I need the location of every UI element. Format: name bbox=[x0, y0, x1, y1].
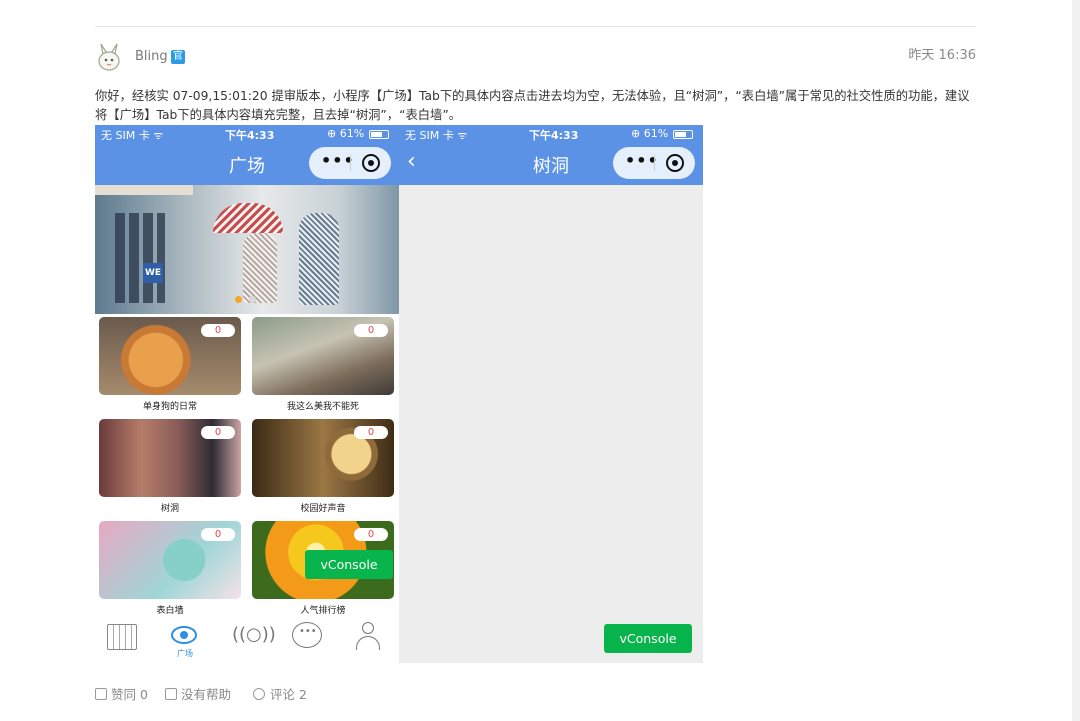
page: Bling 官 昨天 16:36 你好，经核实 07-09,15:01:20 提… bbox=[0, 0, 1080, 721]
post-header: Bling 官 昨天 16:36 bbox=[95, 42, 976, 74]
like-count: 0 bbox=[201, 324, 235, 337]
clock-text: 下午4:33 bbox=[529, 129, 579, 142]
category-card[interactable]: 0 单身狗的日常 bbox=[95, 315, 241, 415]
like-count: 0 bbox=[354, 426, 388, 439]
dog-photo: 0 bbox=[99, 317, 241, 395]
battery-icon bbox=[673, 130, 693, 139]
capsule-divider bbox=[654, 155, 655, 171]
battery-percent: ⊕ 61% bbox=[327, 127, 365, 140]
status-bar: 无 SIM 卡 ᯤ 下午4:33 ⊕ 61% bbox=[399, 127, 703, 143]
carousel-dot[interactable] bbox=[249, 296, 256, 303]
phone-screen-tree-hole: 无 SIM 卡 ᯤ 下午4:33 ⊕ 61% ‹ 树洞 ••• vConsole bbox=[399, 125, 703, 663]
card-title: 我这么美我不能死 bbox=[286, 402, 359, 412]
phone-screen-square: 无 SIM 卡 ᯤ 下午4:33 ⊕ 61% 广场 ••• WE 0 单身狗的日… bbox=[95, 125, 399, 663]
carrier-text: 无 SIM 卡 ᯤ bbox=[101, 129, 164, 142]
mini-program-capsule[interactable]: ••• bbox=[613, 147, 695, 179]
vconsole-button[interactable]: vConsole bbox=[305, 550, 393, 579]
comment-label: 评论 2 bbox=[270, 687, 307, 702]
battery-icon bbox=[369, 130, 389, 139]
love-photo: 0 bbox=[99, 521, 241, 599]
card-title: 树洞 bbox=[160, 504, 179, 514]
screenshot-attachment[interactable]: 无 SIM 卡 ᯤ 下午4:33 ⊕ 61% 广场 ••• WE 0 单身狗的日… bbox=[95, 125, 703, 663]
banner-umbrella bbox=[213, 203, 283, 233]
vconsole-button[interactable]: vConsole bbox=[604, 624, 692, 653]
tab-square-label[interactable]: 广场 bbox=[167, 648, 203, 659]
thumbs-up-icon bbox=[95, 688, 107, 700]
chat-icon[interactable] bbox=[292, 622, 322, 648]
anime-photo: 0 bbox=[99, 419, 241, 497]
official-badge: 官 bbox=[171, 50, 185, 64]
battery-percent: ⊕ 61% bbox=[631, 127, 669, 140]
card-title: 校园好声音 bbox=[300, 504, 346, 514]
capsule-divider bbox=[350, 155, 351, 171]
category-card[interactable]: 0 我这么美我不能死 bbox=[248, 315, 394, 415]
microphone-photo: 0 bbox=[252, 419, 394, 497]
banner-calligraphy bbox=[115, 213, 165, 303]
clock-text: 下午4:33 bbox=[225, 129, 275, 142]
mini-program-capsule[interactable]: ••• bbox=[309, 147, 391, 179]
category-card[interactable]: 0 树洞 bbox=[95, 417, 241, 517]
divider bbox=[95, 26, 976, 27]
banner-figure bbox=[243, 233, 277, 303]
banner-we-logo: WE bbox=[143, 263, 163, 283]
card-title: 表白墙 bbox=[156, 606, 184, 616]
navigation-bar: 无 SIM 卡 ᯤ 下午4:33 ⊕ 61% ‹ 树洞 ••• bbox=[399, 125, 703, 185]
card-title: 人气排行榜 bbox=[300, 606, 346, 616]
timestamp: 昨天 16:36 bbox=[908, 48, 976, 63]
unhelpful-label: 没有帮助 bbox=[181, 687, 232, 702]
like-count: 0 bbox=[201, 528, 235, 541]
like-count: 0 bbox=[354, 528, 388, 541]
calendar-icon[interactable] bbox=[107, 624, 137, 650]
banner-figure bbox=[299, 213, 339, 305]
user-icon[interactable] bbox=[355, 622, 381, 650]
like-button[interactable]: 赞同 0 bbox=[95, 684, 148, 703]
carrier-text: 无 SIM 卡 ᯤ bbox=[405, 129, 468, 142]
scrollbar-track[interactable] bbox=[1072, 0, 1080, 721]
close-target-icon[interactable] bbox=[362, 154, 380, 172]
avatar[interactable] bbox=[95, 42, 123, 72]
banner-carousel[interactable]: WE bbox=[95, 185, 399, 314]
banner-header-strip bbox=[95, 185, 193, 195]
like-count: 0 bbox=[201, 426, 235, 439]
card-title: 单身狗的日常 bbox=[142, 402, 197, 412]
carousel-dot-active[interactable] bbox=[235, 296, 242, 303]
tab-bar: 广场 ((○)) bbox=[95, 618, 399, 663]
category-card[interactable]: 0 表白墙 bbox=[95, 519, 241, 619]
status-bar: 无 SIM 卡 ᯤ 下午4:33 ⊕ 61% bbox=[95, 127, 399, 143]
like-count: 0 bbox=[354, 324, 388, 337]
unhelpful-button[interactable]: 没有帮助 bbox=[165, 684, 231, 703]
comment-button[interactable]: 评论 2 bbox=[253, 684, 307, 703]
radio-icon[interactable]: ((○)) bbox=[232, 624, 276, 660]
username[interactable]: Bling bbox=[135, 49, 168, 64]
comment-icon bbox=[253, 688, 265, 700]
eye-icon[interactable] bbox=[171, 626, 197, 644]
category-card[interactable]: 0 校园好声音 bbox=[248, 417, 394, 517]
thumbs-down-icon bbox=[165, 688, 177, 700]
navigation-bar: 无 SIM 卡 ᯤ 下午4:33 ⊕ 61% 广场 ••• bbox=[95, 125, 399, 185]
railway-photo: 0 bbox=[252, 317, 394, 395]
close-target-icon[interactable] bbox=[666, 154, 684, 172]
post-message: 你好，经核实 07-09,15:01:20 提审版本，小程序【广场】Tab下的具… bbox=[95, 89, 970, 122]
like-label: 赞同 0 bbox=[111, 687, 148, 702]
